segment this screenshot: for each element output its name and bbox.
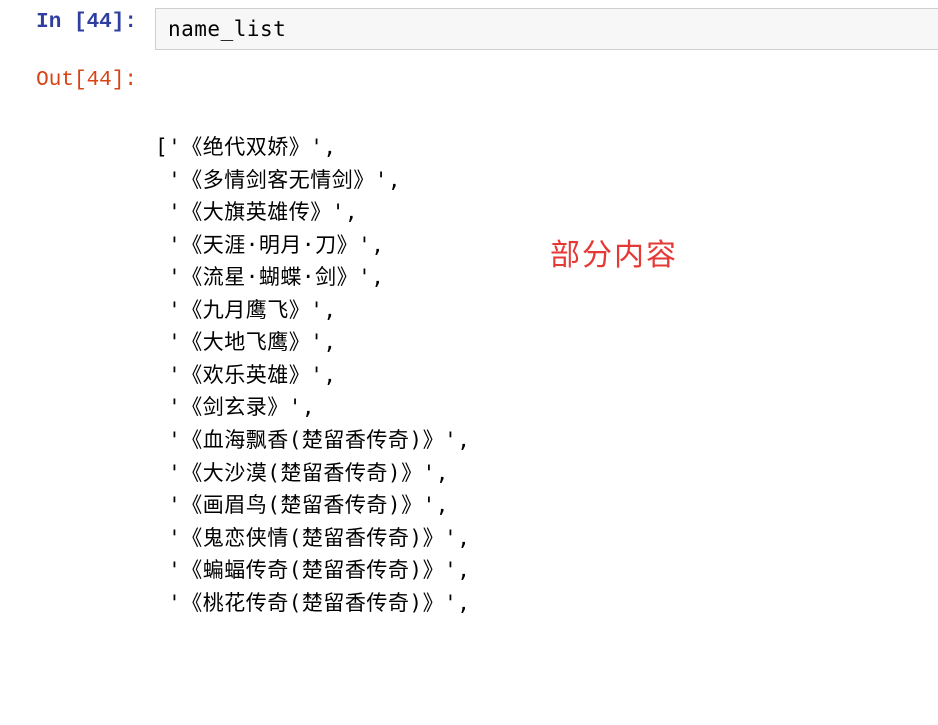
list-item: '《大旗英雄传》', (155, 196, 926, 229)
output-cell: Out[44]: ['《绝代双娇》', '《多情剑客无情剑》', '《大旗英雄传… (0, 58, 938, 725)
input-cell: In [44]: name_list (0, 0, 938, 58)
output-area: ['《绝代双娇》', '《多情剑客无情剑》', '《大旗英雄传》', '《天涯·… (155, 66, 938, 717)
code-input[interactable]: name_list (155, 8, 938, 50)
list-item: '《大沙漠(楚留香传奇)》', (155, 457, 926, 490)
list-item: '《欢乐英雄》', (155, 359, 926, 392)
list-item: '《血海飘香(楚留香传奇)》', (155, 424, 926, 457)
list-item: '《天涯·明月·刀》', (155, 229, 926, 262)
list-item: '《鬼恋侠情(楚留香传奇)》', (155, 522, 926, 555)
output-prompt: Out[44]: (0, 66, 155, 92)
list-item: '《蝙蝠传奇(楚留香传奇)》', (155, 554, 926, 587)
list-item: ['《绝代双娇》', (155, 131, 926, 164)
annotation-label: 部分内容 (550, 233, 678, 280)
input-prompt: In [44]: (0, 8, 155, 34)
list-item: '《九月鹰飞》', (155, 294, 926, 327)
list-item: '《多情剑客无情剑》', (155, 164, 926, 197)
output-list: ['《绝代双娇》', '《多情剑客无情剑》', '《大旗英雄传》', '《天涯·… (155, 131, 926, 619)
list-item: '《桃花传奇(楚留香传奇)》', (155, 587, 926, 620)
list-item: '《大地飞鹰》', (155, 326, 926, 359)
list-item: '《流星·蝴蝶·剑》', (155, 261, 926, 294)
list-item: '《剑玄录》', (155, 391, 926, 424)
list-item: '《画眉鸟(楚留香传奇)》', (155, 489, 926, 522)
